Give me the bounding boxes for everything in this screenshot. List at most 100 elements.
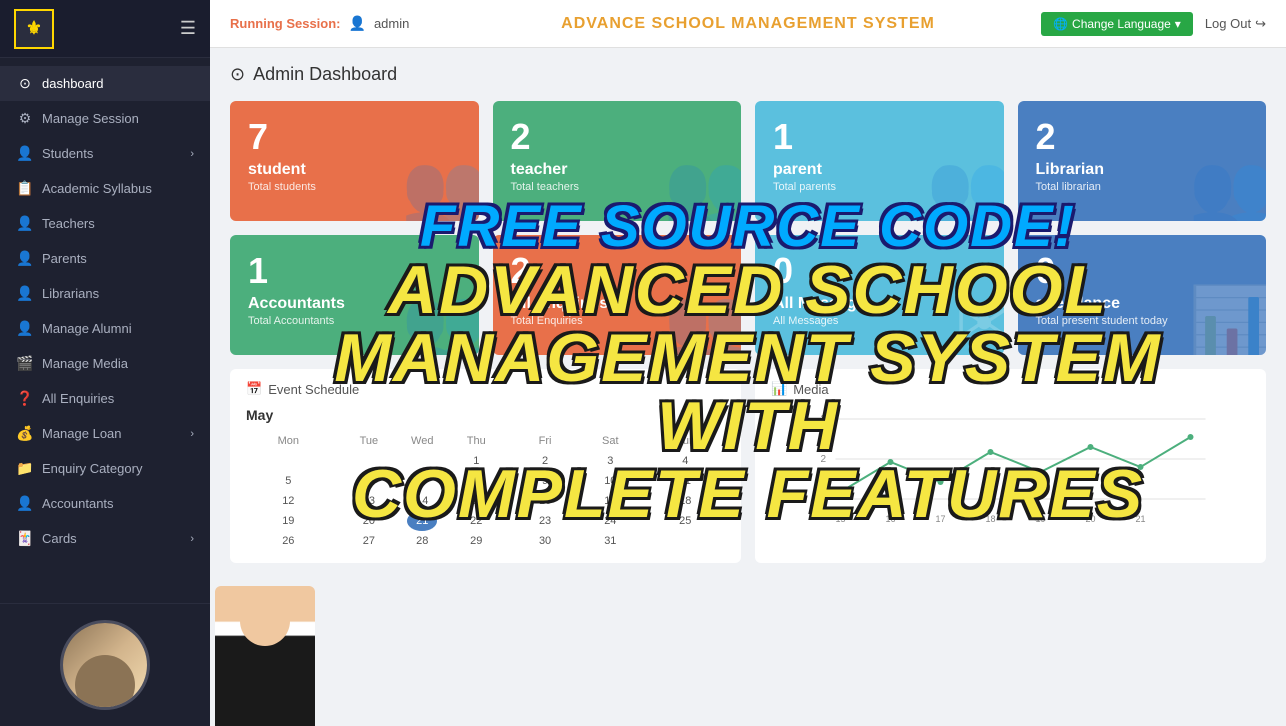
stat-icon-bg: 👥: [401, 149, 478, 221]
event-schedule-card: 📅 Event Schedule May MonTueWedThuFriSatS…: [230, 369, 741, 563]
stat-icon-bg: 👥: [1189, 149, 1266, 221]
chevron-icon: ›: [190, 533, 194, 545]
sidebar-nav: ⊙ dashboard ⚙ Manage Session 👤 Students …: [0, 58, 210, 603]
sidebar-item-parents[interactable]: 👤 Parents: [0, 241, 210, 276]
logout-icon: ↪: [1255, 16, 1266, 32]
stat-card-parent[interactable]: 1 parent Total parents 👥: [755, 101, 1004, 221]
change-language-button[interactable]: 🌐 Change Language ▾: [1041, 12, 1193, 36]
stat-card-all-enquiries[interactable]: 2 All Enquiries Total Enquiries 👥: [493, 235, 742, 355]
sidebar-item-cards[interactable]: 🃏 Cards ›: [0, 521, 210, 556]
stat-card-accountants[interactable]: 1 Accountants Total Accountants 👥: [230, 235, 479, 355]
calendar-cell: [331, 451, 407, 471]
calendar-cell: [646, 531, 725, 551]
nav-icon: ⚙: [16, 110, 34, 127]
sidebar-item-manage-session[interactable]: ⚙ Manage Session: [0, 101, 210, 136]
calendar-cell[interactable]: 3: [575, 451, 646, 471]
calendar-cell[interactable]: 26: [246, 531, 331, 551]
nav-item-left: 📁 Enquiry Category: [16, 460, 142, 477]
calendar-cell[interactable]: 20: [331, 511, 407, 531]
calendar-cell[interactable]: 15: [437, 491, 515, 511]
logout-button[interactable]: Log Out ↪: [1205, 16, 1266, 32]
stat-card-librarian[interactable]: 2 Librarian Total librarian 👥: [1018, 101, 1267, 221]
calendar-cell[interactable]: 21: [407, 511, 437, 531]
nav-label: Enquiry Category: [42, 461, 142, 476]
calendar-cell[interactable]: 28: [407, 531, 437, 551]
calendar-cell[interactable]: 11: [646, 471, 725, 491]
nav-label: Accountants: [42, 496, 114, 511]
calendar-cell[interactable]: 16: [515, 491, 575, 511]
calendar-cell[interactable]: 25: [646, 511, 725, 531]
nav-item-left: ❓ All Enquiries: [16, 390, 114, 407]
calendar-cell[interactable]: 13: [331, 491, 407, 511]
calendar-cell[interactable]: 8: [437, 471, 515, 491]
nav-label: Manage Session: [42, 111, 139, 126]
calendar-cell[interactable]: 27: [331, 531, 407, 551]
chart-title: 📊 Media: [771, 381, 1250, 397]
nav-icon: 💰: [16, 425, 34, 442]
calendar-cell[interactable]: 22: [437, 511, 515, 531]
logo-icon: ⚜: [26, 18, 42, 39]
calendar-cell[interactable]: 1: [437, 451, 515, 471]
calendar-month: May: [246, 407, 725, 423]
sidebar-item-academic-syllabus[interactable]: 📋 Academic Syllabus: [0, 171, 210, 206]
sidebar-item-accountants[interactable]: 👤 Accountants: [0, 486, 210, 521]
stat-card-attendance[interactable]: 0 attendance Total present student today…: [1018, 235, 1267, 355]
calendar-day-header: Thu: [437, 431, 515, 451]
chevron-icon: ›: [190, 428, 194, 440]
calendar-cell[interactable]: 17: [575, 491, 646, 511]
sidebar-item-dashboard[interactable]: ⊙ dashboard: [0, 66, 210, 101]
calendar-cell[interactable]: 4: [646, 451, 725, 471]
calendar-cell[interactable]: 31: [575, 531, 646, 551]
stat-card-teacher[interactable]: 2 teacher Total teachers 👥: [493, 101, 742, 221]
calendar-cell[interactable]: 10: [575, 471, 646, 491]
calendar-cell[interactable]: 7: [407, 471, 437, 491]
sidebar-item-students[interactable]: 👤 Students ›: [0, 136, 210, 171]
sidebar-item-teachers[interactable]: 👤 Teachers: [0, 206, 210, 241]
sidebar-item-manage-media[interactable]: 🎬 Manage Media: [0, 346, 210, 381]
sidebar-item-enquiry-category[interactable]: 📁 Enquiry Category: [0, 451, 210, 486]
chart-card: 📊 Media 3 2 1 15 16: [755, 369, 1266, 563]
nav-icon: 📋: [16, 180, 34, 197]
sidebar-item-librarians[interactable]: 👤 Librarians: [0, 276, 210, 311]
calendar-cell[interactable]: 5: [246, 471, 331, 491]
nav-label: Manage Alumni: [42, 321, 132, 336]
calendar-cell[interactable]: 19: [246, 511, 331, 531]
svg-text:21: 21: [1136, 514, 1146, 524]
nav-label: Manage Loan: [42, 426, 122, 441]
stat-icon-bg: 👥: [926, 149, 1003, 221]
nav-item-left: 👤 Teachers: [16, 215, 95, 232]
nav-icon: 👤: [16, 215, 34, 232]
calendar-cell[interactable]: 9: [515, 471, 575, 491]
nav-item-left: ⚙ Manage Session: [16, 110, 139, 127]
calendar-cell[interactable]: 14: [407, 491, 437, 511]
sidebar-item-manage-alumni[interactable]: 👤 Manage Alumni: [0, 311, 210, 346]
hamburger-button[interactable]: ☰: [180, 18, 196, 39]
running-session-label: Running Session:: [230, 16, 341, 31]
stat-icon-bg: ✉: [955, 283, 1004, 355]
calendar-day-header: Fri: [515, 431, 575, 451]
svg-text:3: 3: [821, 414, 827, 425]
sidebar-item-manage-loan[interactable]: 💰 Manage Loan ›: [0, 416, 210, 451]
nav-icon: ❓: [16, 390, 34, 407]
svg-text:15: 15: [836, 514, 846, 524]
calendar-cell[interactable]: 23: [515, 511, 575, 531]
nav-item-left: 🎬 Manage Media: [16, 355, 128, 372]
calendar-cell[interactable]: 30: [515, 531, 575, 551]
user-icon: 👤: [349, 15, 366, 32]
top-bar: Running Session: 👤 admin ADVANCE SCHOOL …: [210, 0, 1286, 48]
nav-icon: 📁: [16, 460, 34, 477]
calendar-cell[interactable]: 6: [331, 471, 407, 491]
calendar-cell[interactable]: 24: [575, 511, 646, 531]
calendar-cell[interactable]: 12: [246, 491, 331, 511]
svg-text:1: 1: [821, 494, 827, 505]
sidebar-item-all-enquiries[interactable]: ❓ All Enquiries: [0, 381, 210, 416]
nav-icon: 👤: [16, 320, 34, 337]
calendar-day-header: Wed: [407, 431, 437, 451]
nav-item-left: 💰 Manage Loan: [16, 425, 122, 442]
calendar-cell[interactable]: 2: [515, 451, 575, 471]
nav-label: Academic Syllabus: [42, 181, 152, 196]
stat-card-student[interactable]: 7 student Total students 👥: [230, 101, 479, 221]
calendar-cell[interactable]: 18: [646, 491, 725, 511]
stat-card-all-messages[interactable]: 0 All Messages All Messages ✉: [755, 235, 1004, 355]
calendar-cell[interactable]: 29: [437, 531, 515, 551]
